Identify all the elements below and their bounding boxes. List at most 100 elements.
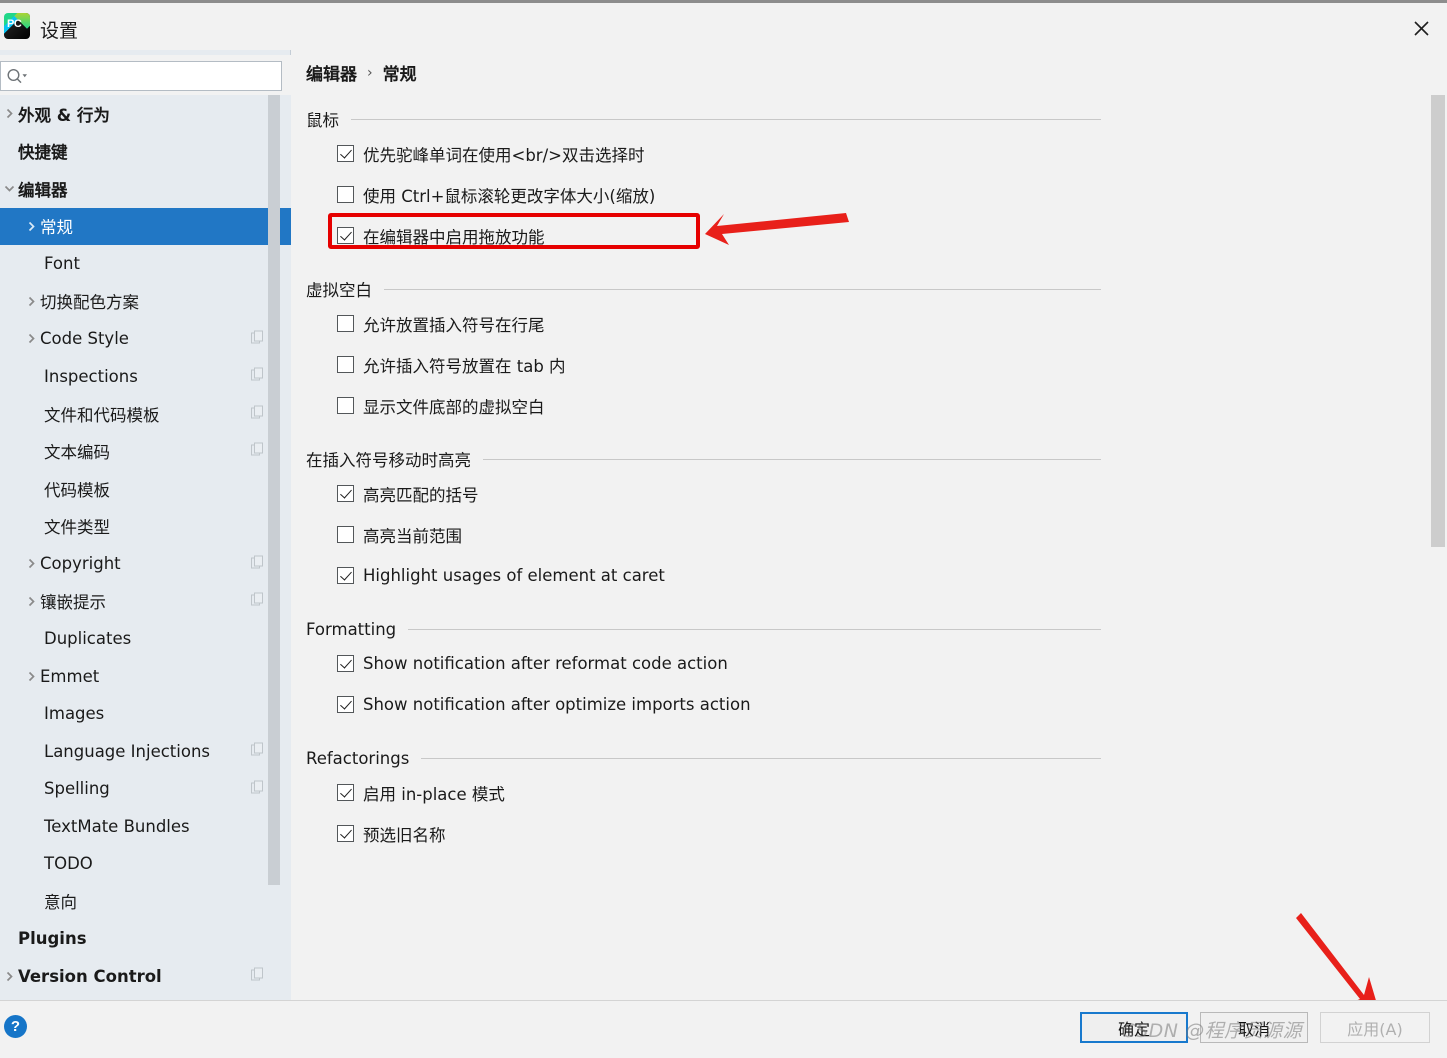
- checkbox-row[interactable]: Highlight usages of element at caret: [337, 555, 665, 596]
- checkbox-label: Show notification after optimize imports…: [363, 695, 751, 714]
- help-button[interactable]: ?: [4, 1015, 27, 1038]
- section-divider: [421, 757, 1101, 759]
- checkbox-row[interactable]: 显示文件底部的虚拟空白: [337, 385, 545, 426]
- sidebar-item-13[interactable]: 镶嵌提示: [0, 583, 291, 621]
- chevron-right-icon[interactable]: [22, 333, 40, 344]
- copy-settings-icon[interactable]: [251, 442, 265, 461]
- settings-tree[interactable]: 外观 & 行为快捷键 编辑器 常规 Font 切换配色方案 Code Style Inspe…: [0, 95, 291, 1000]
- sidebar-item-9[interactable]: 文本编码: [0, 433, 291, 471]
- checkbox-checked-icon[interactable]: [337, 145, 354, 162]
- checkbox-checked-icon[interactable]: [337, 696, 354, 713]
- sidebar-item-7[interactable]: Inspections: [0, 358, 291, 396]
- content-scrollbar-thumb[interactable]: [1431, 95, 1445, 547]
- sidebar-item-22[interactable]: Plugins: [0, 920, 291, 958]
- sidebar-item-1[interactable]: 快捷键: [0, 133, 291, 171]
- sidebar-item-21[interactable]: 意向: [0, 883, 291, 921]
- breadcrumb-parent[interactable]: 编辑器: [306, 60, 357, 85]
- sidebar-item-label: Spelling: [44, 779, 110, 799]
- checkbox-label: Highlight usages of element at caret: [363, 566, 665, 585]
- checkbox-row[interactable]: 高亮当前范围: [337, 514, 462, 555]
- search-area: [0, 55, 291, 95]
- copy-settings-icon[interactable]: [251, 367, 265, 386]
- copy-settings-icon[interactable]: [251, 742, 265, 761]
- checkbox-label: 启用 in-place 模式: [363, 784, 505, 804]
- breadcrumb-current: 常规: [382, 65, 417, 85]
- checkbox-checked-icon[interactable]: [337, 825, 354, 842]
- sidebar-item-4[interactable]: Font: [0, 245, 291, 283]
- chevron-down-icon[interactable]: [0, 183, 18, 194]
- chevron-right-icon[interactable]: [22, 596, 40, 607]
- sidebar-item-0[interactable]: 外观 & 行为: [0, 95, 291, 133]
- sidebar-item-label: 代码模板: [44, 480, 110, 500]
- search-icon[interactable]: [1, 68, 31, 85]
- checkbox-checked-icon[interactable]: [337, 485, 354, 502]
- checkbox-unchecked-icon[interactable]: [337, 186, 354, 203]
- content-scrollbar[interactable]: [1431, 95, 1445, 965]
- cancel-button[interactable]: 取消: [1200, 1012, 1308, 1043]
- copy-settings-icon[interactable]: [251, 967, 265, 986]
- section-header: Formatting: [306, 615, 1101, 643]
- checkbox-unchecked-icon[interactable]: [337, 356, 354, 373]
- copy-settings-icon[interactable]: [251, 779, 265, 798]
- chevron-right-icon[interactable]: [0, 108, 18, 119]
- chevron-right-icon[interactable]: [0, 971, 18, 982]
- checkbox-row[interactable]: Show notification after reformat code ac…: [337, 643, 728, 684]
- sidebar-item-label: 文件类型: [44, 518, 110, 538]
- checkbox-row[interactable]: 允许插入符号放置在 tab 内: [337, 344, 566, 385]
- sidebar-item-8[interactable]: 文件和代码模板: [0, 395, 291, 433]
- checkbox-row[interactable]: Show notification after optimize imports…: [337, 684, 751, 725]
- search-box[interactable]: [0, 61, 282, 91]
- copy-settings-icon[interactable]: [251, 592, 265, 611]
- checkbox-row[interactable]: 使用 Ctrl+鼠标滚轮更改字体大小(缩放): [337, 174, 655, 215]
- checkbox-row[interactable]: 允许放置插入符号在行尾: [337, 303, 545, 344]
- sidebar-scrollbar-thumb[interactable]: [268, 95, 280, 885]
- sidebar-item-12[interactable]: Copyright: [0, 545, 291, 583]
- checkbox-unchecked-icon[interactable]: [337, 526, 354, 543]
- checkbox-row[interactable]: 启用 in-place 模式: [337, 772, 505, 813]
- sidebar-item-11[interactable]: 文件类型: [0, 508, 291, 546]
- sidebar-item-14[interactable]: Duplicates: [0, 620, 291, 658]
- sidebar-item-6[interactable]: Code Style: [0, 320, 291, 358]
- close-button[interactable]: [1395, 6, 1447, 51]
- sidebar-item-17[interactable]: Language Injections: [0, 733, 291, 771]
- checkbox-row[interactable]: 预选旧名称: [337, 813, 446, 854]
- checkbox-row[interactable]: 在编辑器中启用拖放功能: [337, 215, 545, 256]
- checkbox-row[interactable]: 高亮匹配的括号: [337, 473, 479, 514]
- sidebar-item-15[interactable]: Emmet: [0, 658, 291, 696]
- checkbox-checked-icon[interactable]: [337, 567, 354, 584]
- checkbox-checked-icon[interactable]: [337, 655, 354, 672]
- checkbox-row[interactable]: 优先驼峰单词在使用<br/>双击选择时: [337, 133, 644, 174]
- chevron-right-icon[interactable]: [22, 558, 40, 569]
- section-title: 虚拟空白: [306, 281, 372, 300]
- copy-settings-icon[interactable]: [251, 329, 265, 348]
- section-options: 允许放置插入符号在行尾 允许插入符号放置在 tab 内显示文件底部的虚拟空白: [337, 303, 1432, 426]
- sidebar-item-23[interactable]: Version Control: [0, 958, 291, 996]
- sidebar-item-19[interactable]: TextMate Bundles: [0, 808, 291, 846]
- sidebar-item-5[interactable]: 切换配色方案: [0, 283, 291, 321]
- sidebar-item-10[interactable]: 代码模板: [0, 470, 291, 508]
- sidebar-scrollbar[interactable]: [268, 95, 280, 975]
- copy-settings-icon[interactable]: [251, 554, 265, 573]
- sidebar-item-18[interactable]: Spelling: [0, 770, 291, 808]
- checkbox-checked-icon[interactable]: [337, 227, 354, 244]
- chevron-right-icon[interactable]: [22, 296, 40, 307]
- chevron-right-icon[interactable]: [22, 221, 40, 232]
- checkbox-unchecked-icon[interactable]: [337, 315, 354, 332]
- sidebar-item-label: 文件和代码模板: [44, 405, 160, 425]
- section-header: Refactorings: [306, 744, 1101, 772]
- copy-settings-icon[interactable]: [251, 404, 265, 423]
- checkbox-checked-icon[interactable]: [337, 784, 354, 801]
- chevron-right-icon[interactable]: [22, 671, 40, 682]
- search-input[interactable]: [31, 63, 281, 89]
- sidebar-item-2[interactable]: 编辑器: [0, 170, 291, 208]
- checkbox-unchecked-icon[interactable]: [337, 397, 354, 414]
- sidebar-item-3[interactable]: 常规: [0, 207, 291, 245]
- ok-button[interactable]: 确定: [1080, 1012, 1188, 1043]
- sidebar-item-16[interactable]: Images: [0, 695, 291, 733]
- sidebar-item-label: 外观 & 行为: [18, 105, 110, 125]
- sidebar-item-20[interactable]: TODO: [0, 845, 291, 883]
- sidebar-item-label: Plugins: [18, 929, 87, 949]
- section-divider: [483, 458, 1101, 460]
- sidebar-item-label: Version Control: [18, 966, 162, 986]
